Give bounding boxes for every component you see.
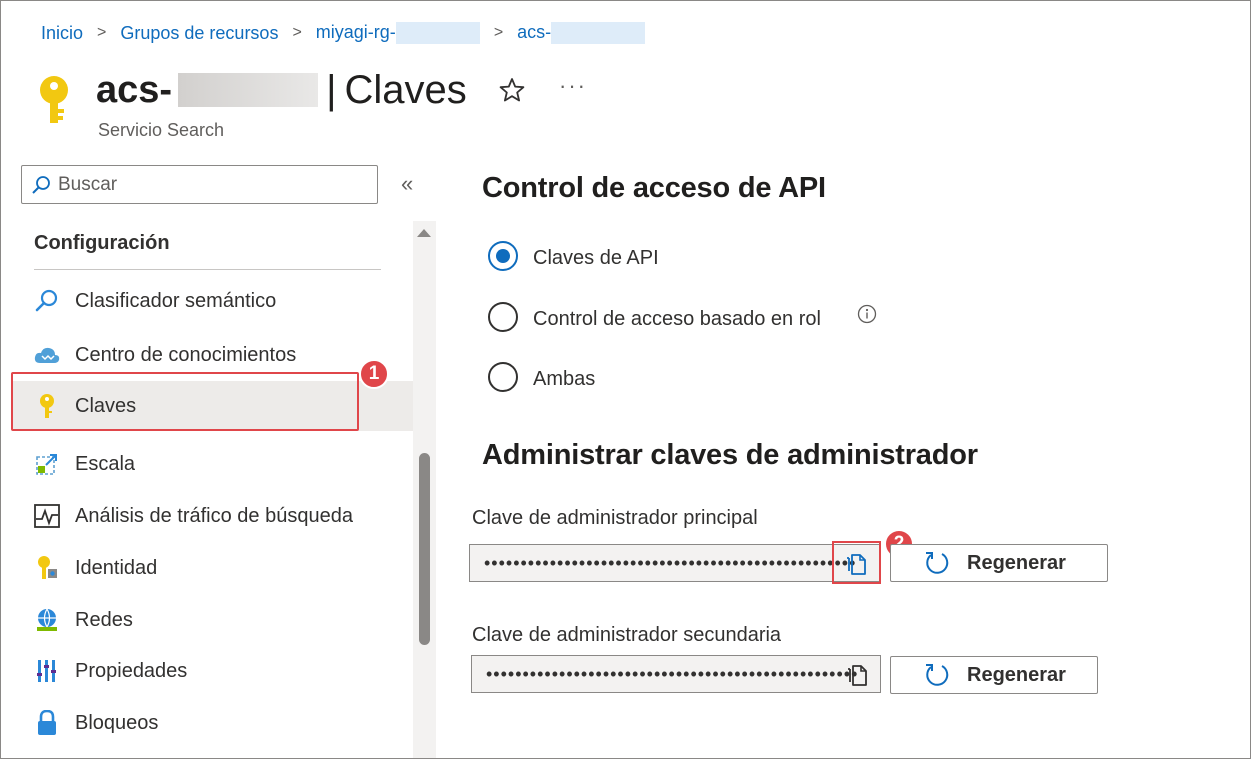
sidebar-item-redes[interactable]: Redes (13, 595, 413, 645)
breadcrumb: Inicio > Grupos de recursos > miyagi-rg-… (41, 21, 646, 45)
radio-ambas[interactable] (488, 362, 518, 392)
scroll-up-icon[interactable] (417, 229, 431, 237)
analytics-icon (33, 502, 61, 530)
breadcrumb-service[interactable]: acs- (517, 21, 646, 45)
redacted-text (178, 73, 319, 107)
annotation-badge-1: 1 (359, 359, 389, 389)
redacted-text (551, 22, 646, 45)
primary-key-label: Clave de administrador principal (472, 507, 758, 529)
annotation-highlight-claves (11, 372, 359, 431)
api-access-heading: Control de acceso de API (482, 172, 826, 204)
sidebar-item-clasificador-semantico[interactable]: Clasificador semántico (13, 276, 413, 326)
regenerate-primary-button[interactable]: Regenerar (890, 544, 1108, 582)
resource-name: acs- (96, 68, 173, 111)
sidebar-item-label: Redes (75, 608, 133, 631)
resource-type-subtitle: Servicio Search (98, 120, 225, 140)
identity-icon (33, 554, 61, 582)
sidebar-item-bloqueos[interactable]: Bloqueos (13, 698, 413, 748)
page-title-text: Claves (344, 67, 467, 112)
key-icon (40, 76, 68, 123)
secondary-key-value: ••••••••••••••••••••••••••••••••••••••••… (486, 663, 859, 684)
copy-secondary-key-button[interactable] (837, 656, 877, 692)
secondary-key-label: Clave de administrador secundaria (472, 624, 782, 646)
chevron-right-icon: > (97, 24, 107, 41)
more-options-icon[interactable]: ··· (559, 73, 587, 99)
window-frame: Inicio > Grupos de recursos > miyagi-rg-… (0, 0, 1251, 759)
radio-label-claves-api: Claves de API (533, 247, 659, 269)
redacted-text (395, 22, 480, 45)
sidebar-item-label: Identidad (75, 556, 158, 579)
scrollbar-thumb[interactable] (419, 453, 430, 645)
search-icon (32, 175, 50, 194)
regenerate-label: Regenerar (967, 663, 1066, 686)
annotation-highlight-copy (832, 541, 881, 584)
search-field[interactable] (58, 173, 358, 196)
properties-icon (33, 657, 61, 685)
sidebar-item-label: Escala (75, 452, 136, 475)
chevron-right-icon: > (493, 24, 504, 41)
breadcrumb-resource-groups[interactable]: Grupos de recursos (120, 23, 278, 44)
breadcrumb-resource-group[interactable]: miyagi-rg- (315, 21, 480, 45)
admin-keys-heading: Administrar claves de administrador (482, 439, 978, 471)
sidebar-search-input[interactable] (21, 165, 378, 204)
collapse-sidebar-icon[interactable]: « (401, 171, 413, 197)
sidebar-item-label: Clasificador semántico (75, 289, 277, 312)
sidebar-item-label: Análisis de tráfico de búsqueda (75, 504, 353, 527)
breadcrumb-resource-group-label: miyagi-rg- (315, 21, 396, 42)
sidebar-item-label: Centro de conocimientos (75, 343, 297, 366)
radio-claves-api[interactable] (488, 241, 518, 271)
divider (34, 269, 381, 270)
network-icon (33, 606, 61, 634)
radio-label-rbac: Control de acceso basado en rol (533, 308, 821, 330)
sidebar-section-configuracion: Configuración (34, 232, 170, 254)
regenerate-secondary-button[interactable]: Regenerar (890, 656, 1098, 694)
sidebar-item-propiedades[interactable]: Propiedades (13, 646, 413, 696)
refresh-icon (926, 552, 949, 574)
chevron-right-icon: > (292, 24, 302, 41)
copy-icon (848, 665, 867, 686)
cloud-icon (33, 341, 61, 369)
secondary-key-field[interactable]: ••••••••••••••••••••••••••••••••••••••••… (471, 655, 881, 693)
primary-key-field[interactable]: ••••••••••••••••••••••••••••••••••••••••… (469, 544, 880, 582)
info-icon[interactable] (857, 304, 877, 324)
star-icon[interactable] (499, 77, 525, 103)
refresh-icon (926, 664, 949, 686)
search-icon (33, 287, 61, 315)
sidebar-item-escala[interactable]: Escala (13, 439, 413, 489)
sidebar-item-label: Propiedades (75, 659, 188, 682)
scale-icon (33, 450, 61, 478)
title-separator: | (326, 67, 337, 112)
primary-key-value: ••••••••••••••••••••••••••••••••••••••••… (484, 552, 857, 573)
sidebar-item-analisis-trafico[interactable]: Análisis de tráfico de búsqueda (13, 491, 413, 541)
breadcrumb-home[interactable]: Inicio (41, 23, 83, 44)
breadcrumb-service-label: acs- (517, 21, 552, 42)
sidebar-item-identidad[interactable]: Identidad (13, 543, 413, 593)
regenerate-label: Regenerar (967, 551, 1066, 574)
lock-icon (33, 709, 61, 737)
radio-rbac[interactable] (488, 302, 518, 332)
page-title: acs- | Claves (96, 67, 467, 113)
sidebar-item-label: Bloqueos (75, 711, 159, 734)
radio-label-ambas: Ambas (533, 368, 596, 390)
